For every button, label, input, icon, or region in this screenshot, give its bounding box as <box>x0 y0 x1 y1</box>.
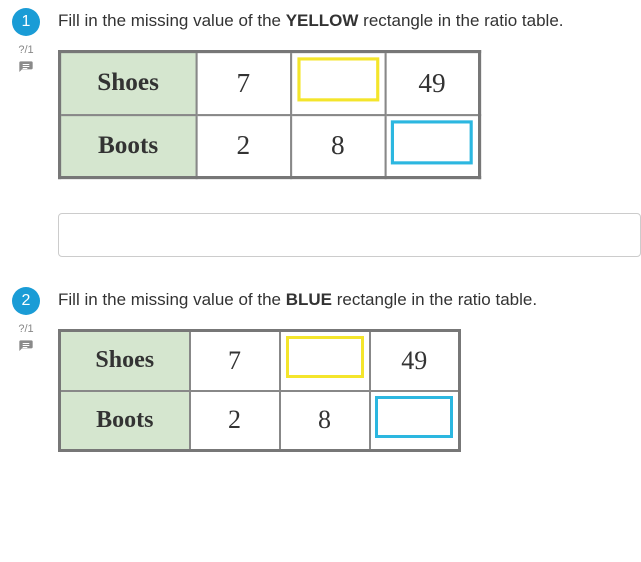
row-label-boots: Boots <box>60 115 197 178</box>
prompt-highlight-word: YELLOW <box>286 11 359 30</box>
prompt-text: Fill in the missing value of the <box>58 290 286 309</box>
points-label: ?/1 <box>18 44 33 56</box>
prompt-text: rectangle in the ratio table. <box>358 11 563 30</box>
answer-input[interactable] <box>58 213 641 257</box>
question-meta: 2 ?/1 <box>4 287 48 355</box>
prompt-highlight-word: BLUE <box>286 290 332 309</box>
cell-boots-1: 2 <box>196 115 291 178</box>
table-row: Shoes 7 49 <box>60 331 460 391</box>
row-label-shoes: Shoes <box>60 52 197 115</box>
cell-boots-3-blue <box>385 115 480 178</box>
blue-highlight-box <box>391 120 473 164</box>
cell-boots-2: 8 <box>280 391 370 451</box>
cell-boots-2: 8 <box>291 115 385 178</box>
table-row: Boots 2 8 <box>60 391 460 451</box>
ratio-table: Shoes 7 49 Boots 2 8 <box>58 329 461 452</box>
yellow-highlight-box <box>297 58 379 102</box>
comment-icon[interactable] <box>18 60 34 76</box>
row-label-boots: Boots <box>60 391 190 451</box>
question-number-badge: 2 <box>12 287 40 315</box>
question-content: Fill in the missing value of the BLUE re… <box>48 287 641 452</box>
cell-shoes-2-yellow <box>291 52 385 115</box>
comment-icon[interactable] <box>18 339 34 355</box>
cell-boots-3-blue <box>370 391 460 451</box>
yellow-highlight-box <box>286 336 364 378</box>
cell-shoes-1: 7 <box>196 52 291 115</box>
table-row: Shoes 7 49 <box>60 52 480 115</box>
question-2: 2 ?/1 Fill in the missing value of the B… <box>4 287 641 452</box>
points-label: ?/1 <box>18 323 33 335</box>
question-meta: 1 ?/1 <box>4 8 48 76</box>
question-1: 1 ?/1 Fill in the missing value of the Y… <box>4 8 641 257</box>
question-content: Fill in the missing value of the YELLOW … <box>48 8 641 257</box>
cell-boots-1: 2 <box>190 391 280 451</box>
question-prompt: Fill in the missing value of the YELLOW … <box>58 10 641 32</box>
cell-shoes-3: 49 <box>370 331 460 391</box>
cell-shoes-2-yellow <box>280 331 370 391</box>
prompt-text: rectangle in the ratio table. <box>332 290 537 309</box>
ratio-table: Shoes 7 49 Boots 2 8 <box>58 50 481 179</box>
table-row: Boots 2 8 <box>60 115 480 178</box>
blue-highlight-box <box>375 396 453 438</box>
cell-shoes-1: 7 <box>190 331 280 391</box>
cell-shoes-3: 49 <box>385 52 480 115</box>
question-prompt: Fill in the missing value of the BLUE re… <box>58 289 641 311</box>
question-number-badge: 1 <box>12 8 40 36</box>
row-label-shoes: Shoes <box>60 331 190 391</box>
prompt-text: Fill in the missing value of the <box>58 11 286 30</box>
